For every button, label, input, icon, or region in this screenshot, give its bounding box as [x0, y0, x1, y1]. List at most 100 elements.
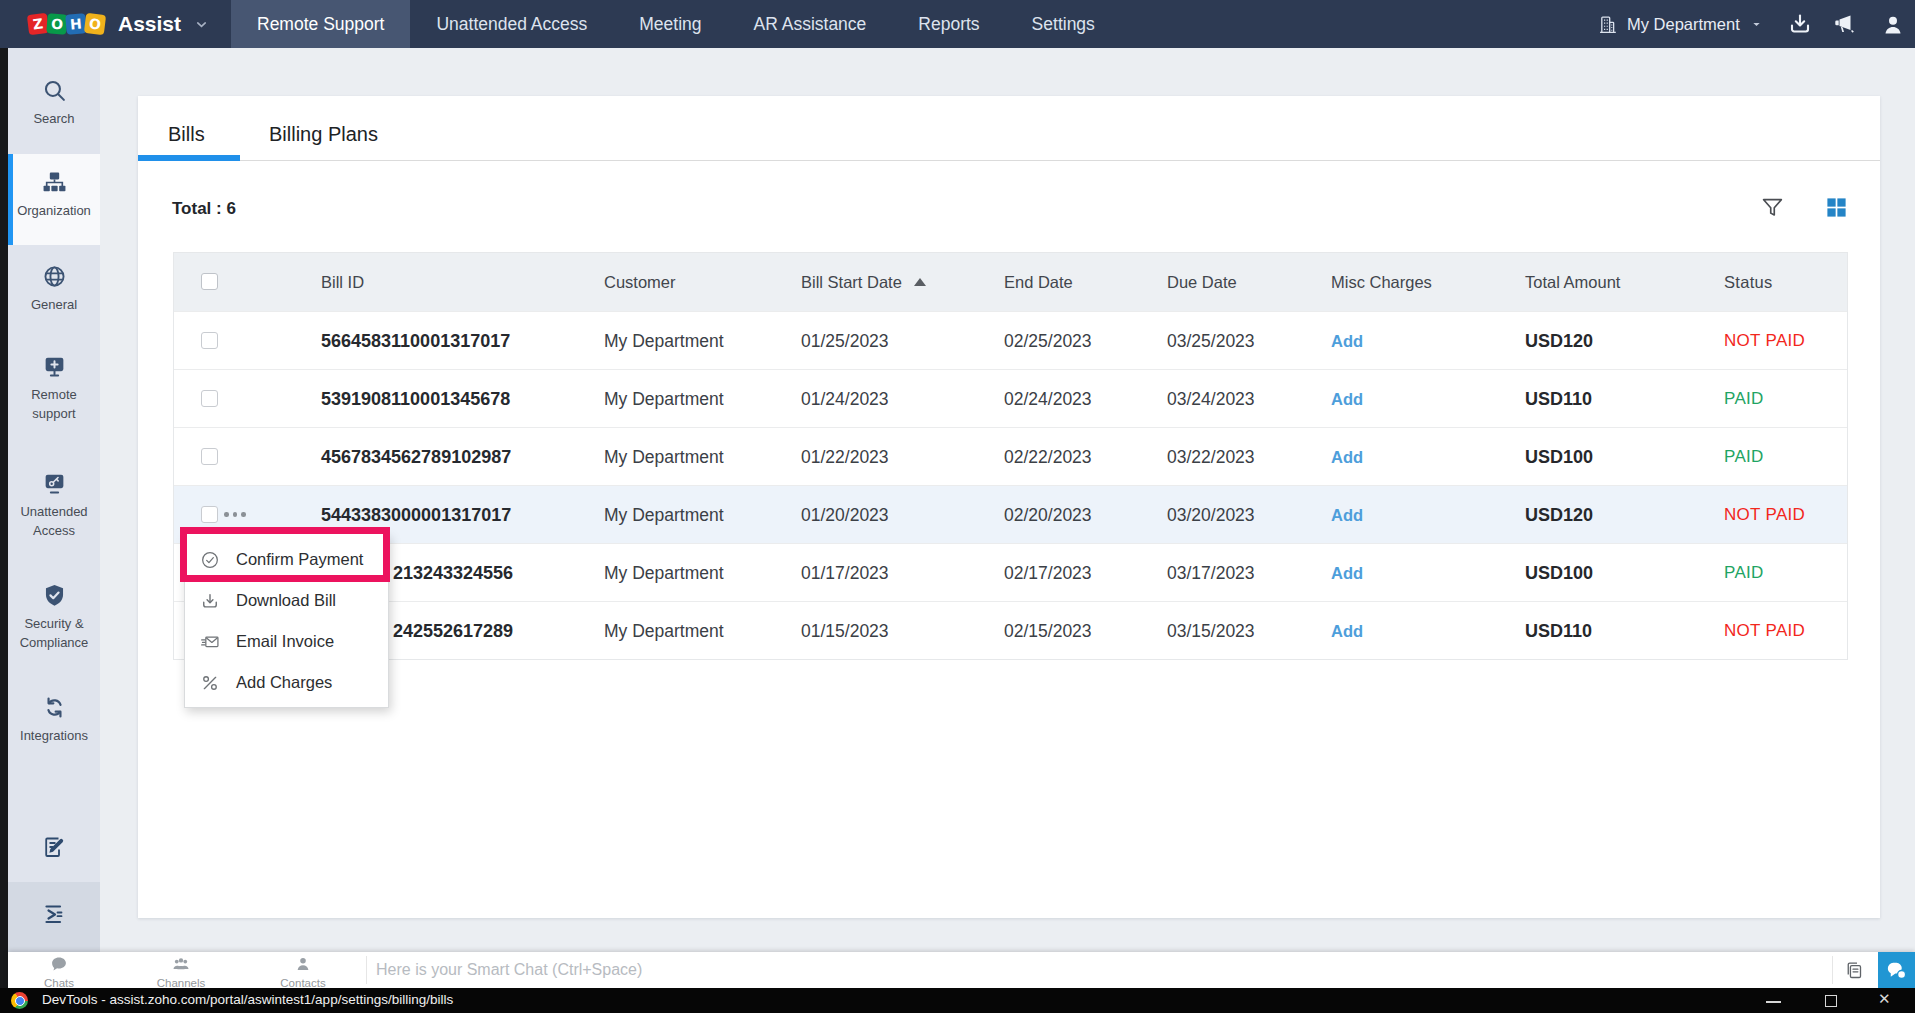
tab-bills[interactable]: Bills [168, 123, 205, 146]
row-checkbox[interactable] [201, 390, 218, 407]
zoho-logo-tile-h: H [65, 13, 87, 35]
total-amount-cell: USD110 [1525, 602, 1592, 660]
product-name: Assist [118, 12, 181, 36]
end-date-cell: 02/15/2023 [1004, 602, 1092, 660]
col-status[interactable]: Status [1724, 253, 1773, 311]
restore-window-icon[interactable] [1825, 995, 1837, 1007]
devtools-titlebar[interactable]: DevTools - assist.zoho.com/portal/aswint… [0, 988, 1915, 1013]
chevron-down-icon[interactable] [194, 17, 209, 32]
col-due-date[interactable]: Due Date [1167, 253, 1237, 311]
monitor-plus-icon [42, 354, 67, 379]
chrome-icon [11, 992, 28, 1009]
chatbar-channels[interactable]: Channels [136, 955, 226, 989]
row-checkbox[interactable] [201, 506, 218, 523]
sidebar-item-integrations[interactable]: Integrations [8, 695, 100, 745]
form-edit-icon[interactable] [42, 835, 66, 859]
sidebar-item-organization[interactable]: Organization [8, 154, 100, 245]
content-area: Bills Billing Plans Total : 6 Bill ID Cu… [100, 48, 1915, 952]
nav-settings[interactable]: Settings [1006, 0, 1121, 48]
close-icon[interactable]: ✕ [1878, 990, 1891, 1008]
end-date-cell: 02/20/2023 [1004, 486, 1092, 544]
add-misc-charges-link[interactable]: Add [1331, 486, 1363, 544]
nav-reports[interactable]: Reports [892, 0, 1005, 48]
table-row[interactable]: 5391908110001345678My Department01/24/20… [174, 369, 1847, 427]
col-customer[interactable]: Customer [604, 253, 676, 311]
table-row[interactable]: 213243324556My Department01/17/202302/17… [174, 543, 1847, 601]
add-misc-charges-link[interactable]: Add [1331, 370, 1363, 428]
total-amount-cell: USD100 [1525, 428, 1593, 486]
table-header-row: Bill ID Customer Bill Start Date End Dat… [174, 253, 1847, 311]
minimize-icon[interactable] [1766, 1001, 1781, 1003]
sidebar-item-security-compliance[interactable]: Security & Compliance [8, 583, 100, 652]
sidebar-item-label: Security & Compliance [8, 614, 100, 652]
zoho-assist-logo[interactable]: Z O H O Assist [28, 0, 209, 48]
bill-start-date-cell: 01/17/2023 [801, 544, 889, 602]
add-misc-charges-link[interactable]: Add [1331, 428, 1363, 486]
col-bill-start-date[interactable]: Bill Start Date [801, 253, 926, 311]
menu-item-email-invoice[interactable]: Email Invoice [185, 621, 388, 662]
col-misc-charges[interactable]: Misc Charges [1331, 253, 1432, 311]
menu-item-download-bill[interactable]: Download Bill [185, 580, 388, 621]
download-icon[interactable] [1788, 12, 1812, 36]
sidebar-item-label: Organization [17, 201, 91, 220]
cliq-chat-button[interactable] [1878, 952, 1915, 988]
sidebar-item-remote-support[interactable]: Remote support [8, 354, 100, 423]
table-row[interactable]: 5443383000001317017My Department01/20/20… [174, 485, 1847, 543]
add-misc-charges-link[interactable]: Add [1331, 312, 1363, 370]
row-checkbox[interactable] [201, 332, 218, 349]
download-icon [200, 591, 220, 611]
department-selector[interactable]: My Department [1597, 0, 1762, 48]
top-navbar: Z O H O Assist Remote SupportUnattended … [0, 0, 1915, 48]
chatbar-chats[interactable]: Chats [14, 955, 104, 989]
shield-check-icon [42, 583, 67, 608]
add-misc-charges-link[interactable]: Add [1331, 602, 1363, 660]
nav-ar-assistance[interactable]: AR Assistance [728, 0, 893, 48]
sidebar-item-search[interactable]: Search [8, 78, 100, 128]
col-end-date[interactable]: End Date [1004, 253, 1073, 311]
chatbar-contacts[interactable]: Contacts [258, 955, 348, 989]
table-row[interactable]: 242552617289My Department01/15/202302/15… [174, 601, 1847, 659]
menu-item-confirm-payment[interactable]: Confirm Payment [185, 539, 388, 580]
col-bill-id[interactable]: Bill ID [321, 253, 364, 311]
status-cell: NOT PAID [1724, 602, 1805, 660]
table-row[interactable]: 4567834562789102987My Department01/22/20… [174, 427, 1847, 485]
total-amount-cell: USD100 [1525, 544, 1593, 602]
sidebar-item-general[interactable]: General [8, 264, 100, 314]
bill-id-cell: 5664583110001317017 [321, 312, 510, 370]
grid-view-icon[interactable] [1825, 196, 1848, 219]
percent-icon [200, 673, 220, 693]
status-cell: NOT PAID [1724, 312, 1805, 370]
globe-icon [42, 264, 67, 289]
copy-pages-icon[interactable] [1843, 960, 1864, 981]
customer-cell: My Department [604, 486, 724, 544]
menu-item-add-charges[interactable]: Add Charges [185, 662, 388, 703]
sidebar-item-label: Remote support [8, 385, 100, 423]
filter-icon[interactable] [1760, 195, 1785, 220]
select-all-checkbox[interactable] [201, 273, 218, 290]
sidebar-item-label: Integrations [20, 726, 88, 745]
user-icon[interactable] [1881, 13, 1905, 37]
status-cell: PAID [1724, 544, 1764, 602]
add-misc-charges-link[interactable]: Add [1331, 544, 1363, 602]
due-date-cell: 03/15/2023 [1167, 602, 1255, 660]
col-total-amount[interactable]: Total Amount [1525, 253, 1620, 311]
nav-remote-support[interactable]: Remote Support [231, 0, 410, 48]
table-row[interactable]: 5664583110001317017My Department01/25/20… [174, 311, 1847, 369]
active-tab-underline [138, 155, 240, 161]
sigma-icon[interactable] [42, 902, 66, 926]
end-date-cell: 02/25/2023 [1004, 312, 1092, 370]
tab-billing-plans[interactable]: Billing Plans [269, 123, 378, 146]
row-actions-kebab-icon[interactable] [224, 512, 246, 517]
left-edge-strip [0, 48, 8, 988]
nav-meeting[interactable]: Meeting [613, 0, 727, 48]
end-date-cell: 02/17/2023 [1004, 544, 1092, 602]
row-checkbox[interactable] [201, 448, 218, 465]
bill-id-cell: 5391908110001345678 [321, 370, 510, 428]
nav-unattended-access[interactable]: Unattended Access [410, 0, 613, 48]
sidebar-item-unattended-access[interactable]: Unattended Access [8, 471, 100, 540]
sidebar-bottom-strip [8, 882, 100, 952]
row-context-menu: Confirm PaymentDownload BillEmail Invoic… [184, 533, 389, 708]
smart-chat-input[interactable]: Here is your Smart Chat (Ctrl+Space) [376, 952, 642, 988]
megaphone-icon[interactable] [1832, 12, 1856, 36]
due-date-cell: 03/20/2023 [1167, 486, 1255, 544]
